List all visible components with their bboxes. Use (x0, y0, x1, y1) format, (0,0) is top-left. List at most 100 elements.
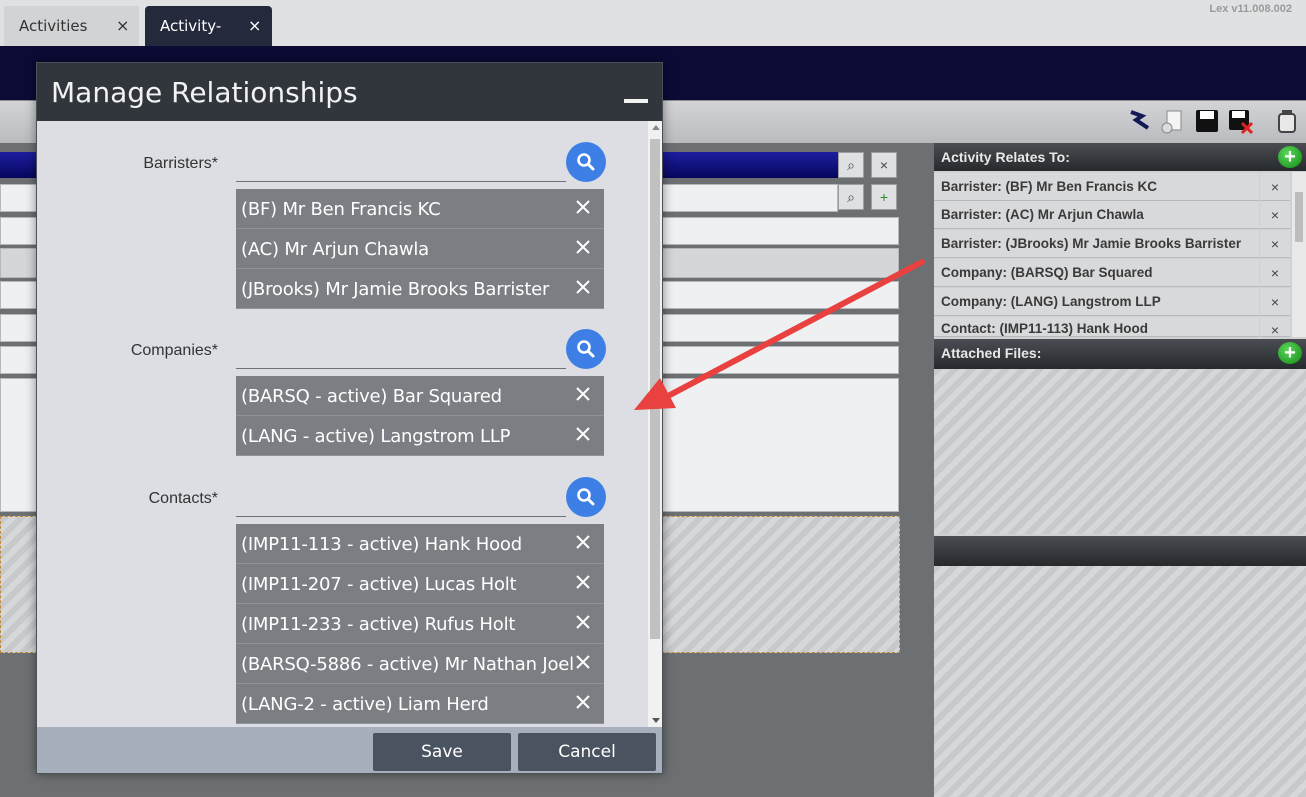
relations-scrollbar[interactable] (1292, 172, 1306, 337)
remove-relation-icon[interactable]: × (1260, 259, 1290, 287)
relation-row[interactable]: Barrister: (BF) Mr Ben Francis KC (934, 173, 1259, 201)
remove-relation-icon[interactable]: × (1260, 288, 1290, 316)
tab-activities-label: Activities (19, 17, 88, 35)
chip-label: (IMP11-207 - active) Lucas Holt (241, 574, 517, 595)
barrister-chip: (AC) Mr Arjun Chawla (236, 229, 604, 269)
dialog-body: Barristers* (BF) Mr Ben Francis KC (AC) … (38, 121, 648, 727)
remove-chip-icon[interactable] (574, 573, 592, 591)
lookup-search-icon-2[interactable]: ⌕ (838, 184, 864, 210)
relation-label: Barrister: (BF) Mr Ben Francis KC (941, 179, 1158, 194)
companies-label: Companies* (130, 342, 218, 359)
manage-relationships-dialog: Manage Relationships Barristers* (BF) Mr… (36, 62, 663, 774)
version-label: Lex v11.008.002 (1209, 3, 1292, 15)
remove-chip-icon[interactable] (574, 653, 592, 671)
save-close-icon[interactable] (1227, 108, 1253, 134)
relation-row[interactable]: Company: (BARSQ) Bar Squared (934, 259, 1259, 287)
relation-row[interactable]: Company: (LANG) Langstrom LLP (934, 288, 1259, 316)
contacts-list: (IMP11-113 - active) Hank Hood (IMP11-20… (236, 524, 604, 724)
save-icon[interactable] (1194, 108, 1220, 134)
remove-chip-icon[interactable] (574, 613, 592, 631)
tab-activity-close-icon[interactable]: × (248, 16, 261, 35)
chip-label: (IMP11-113 - active) Hank Hood (241, 534, 522, 555)
relates-to-header: Activity Relates To: + (934, 143, 1306, 171)
tab-activity[interactable]: Activity- × (145, 6, 272, 46)
cancel-button[interactable]: Cancel (518, 733, 656, 771)
add-relation-button[interactable]: + (1278, 146, 1302, 168)
new-flag-icon[interactable] (1128, 108, 1154, 134)
remove-chip-icon[interactable] (574, 693, 592, 711)
remove-chip-icon[interactable] (574, 198, 592, 216)
remove-chip-icon[interactable] (574, 533, 592, 551)
panel-section-header (934, 536, 1306, 566)
minimize-icon[interactable] (624, 99, 648, 103)
relations-scroll-thumb[interactable] (1295, 192, 1303, 242)
barristers-list: (BF) Mr Ben Francis KC (AC) Mr Arjun Cha… (236, 189, 604, 309)
remove-relation-icon[interactable]: × (1260, 201, 1290, 229)
chip-label: (BARSQ - active) Bar Squared (241, 386, 502, 407)
contacts-label: Contacts* (148, 490, 218, 507)
contact-chip: (LANG-2 - active) Liam Herd (236, 684, 604, 724)
scroll-down-arrow-icon[interactable] (652, 718, 660, 723)
chip-label: (BARSQ-5886 - active) Mr Nathan Joel (241, 654, 574, 675)
companies-input[interactable] (236, 343, 566, 369)
contact-chip: (BARSQ-5886 - active) Mr Nathan Joel (236, 644, 604, 684)
add-document-icon[interactable] (1160, 108, 1186, 134)
dialog-scrollbar[interactable] (648, 121, 662, 727)
clear-close-icon[interactable]: × (871, 152, 897, 178)
chip-label: (LANG-2 - active) Liam Herd (241, 694, 489, 715)
attached-files-title: Attached Files: (941, 345, 1042, 361)
remove-chip-icon[interactable] (574, 278, 592, 296)
scroll-up-arrow-icon[interactable] (652, 125, 660, 130)
remove-relation-icon[interactable]: × (1260, 317, 1290, 337)
tab-activities[interactable]: Activities × (4, 6, 139, 46)
contacts-search-button[interactable] (566, 477, 606, 517)
company-chip: (LANG - active) Langstrom LLP (236, 416, 604, 456)
gutter (910, 143, 934, 797)
chip-label: (AC) Mr Arjun Chawla (241, 239, 429, 260)
search-icon (577, 340, 595, 358)
delete-bin-icon[interactable] (1274, 108, 1300, 134)
attached-files-header: Attached Files: + (934, 339, 1306, 369)
chip-label: (JBrooks) Mr Jamie Brooks Barrister (241, 279, 550, 300)
dialog-title: Manage Relationships (51, 76, 358, 109)
relation-label: Company: (LANG) Langstrom LLP (941, 294, 1161, 309)
attached-files-area (934, 369, 1306, 534)
relation-row[interactable]: Contact: (IMP11-113) Hank Hood (934, 317, 1259, 337)
remove-chip-icon[interactable] (574, 425, 592, 443)
companies-list: (BARSQ - active) Bar Squared (LANG - act… (236, 376, 604, 456)
add-file-button[interactable]: + (1278, 342, 1302, 364)
remove-chip-icon[interactable] (574, 385, 592, 403)
relation-row[interactable]: Barrister: (AC) Mr Arjun Chawla (934, 201, 1259, 229)
tab-activity-label: Activity- (160, 17, 222, 35)
chip-label: (IMP11-233 - active) Rufus Holt (241, 614, 516, 635)
tab-strip: Activities × Activity- × Lex v11.008.002 (0, 0, 1306, 46)
company-chip: (BARSQ - active) Bar Squared (236, 376, 604, 416)
dialog-scroll-thumb[interactable] (650, 139, 660, 639)
search-icon (577, 488, 595, 506)
save-button[interactable]: Save (373, 733, 511, 771)
dialog-footer: Save Cancel (37, 727, 662, 773)
relation-label: Company: (BARSQ) Bar Squared (941, 265, 1153, 280)
add-document-icon-2[interactable]: + (871, 184, 897, 210)
barristers-label: Barristers* (143, 155, 218, 172)
barristers-input[interactable] (236, 156, 566, 182)
relation-label: Barrister: (JBrooks) Mr Jamie Brooks Bar… (941, 236, 1242, 251)
remove-chip-icon[interactable] (574, 238, 592, 256)
contact-chip: (IMP11-207 - active) Lucas Holt (236, 564, 604, 604)
contacts-input[interactable] (236, 491, 566, 517)
companies-search-button[interactable] (566, 329, 606, 369)
barrister-chip: (BF) Mr Ben Francis KC (236, 189, 604, 229)
relation-label: Barrister: (AC) Mr Arjun Chawla (941, 207, 1144, 222)
search-icon (577, 153, 595, 171)
lookup-search-icon[interactable]: ⌕ (838, 152, 864, 178)
chip-label: (BF) Mr Ben Francis KC (241, 199, 441, 220)
tab-activities-close-icon[interactable]: × (116, 16, 129, 35)
barristers-search-button[interactable] (566, 142, 606, 182)
panel-lower-area (934, 566, 1306, 797)
remove-relation-icon[interactable]: × (1260, 173, 1290, 201)
relates-to-title: Activity Relates To: (941, 149, 1070, 165)
contact-chip: (IMP11-113 - active) Hank Hood (236, 524, 604, 564)
remove-relation-icon[interactable]: × (1260, 230, 1290, 258)
chip-label: (LANG - active) Langstrom LLP (241, 426, 511, 447)
relation-row[interactable]: Barrister: (JBrooks) Mr Jamie Brooks Bar… (934, 230, 1259, 258)
